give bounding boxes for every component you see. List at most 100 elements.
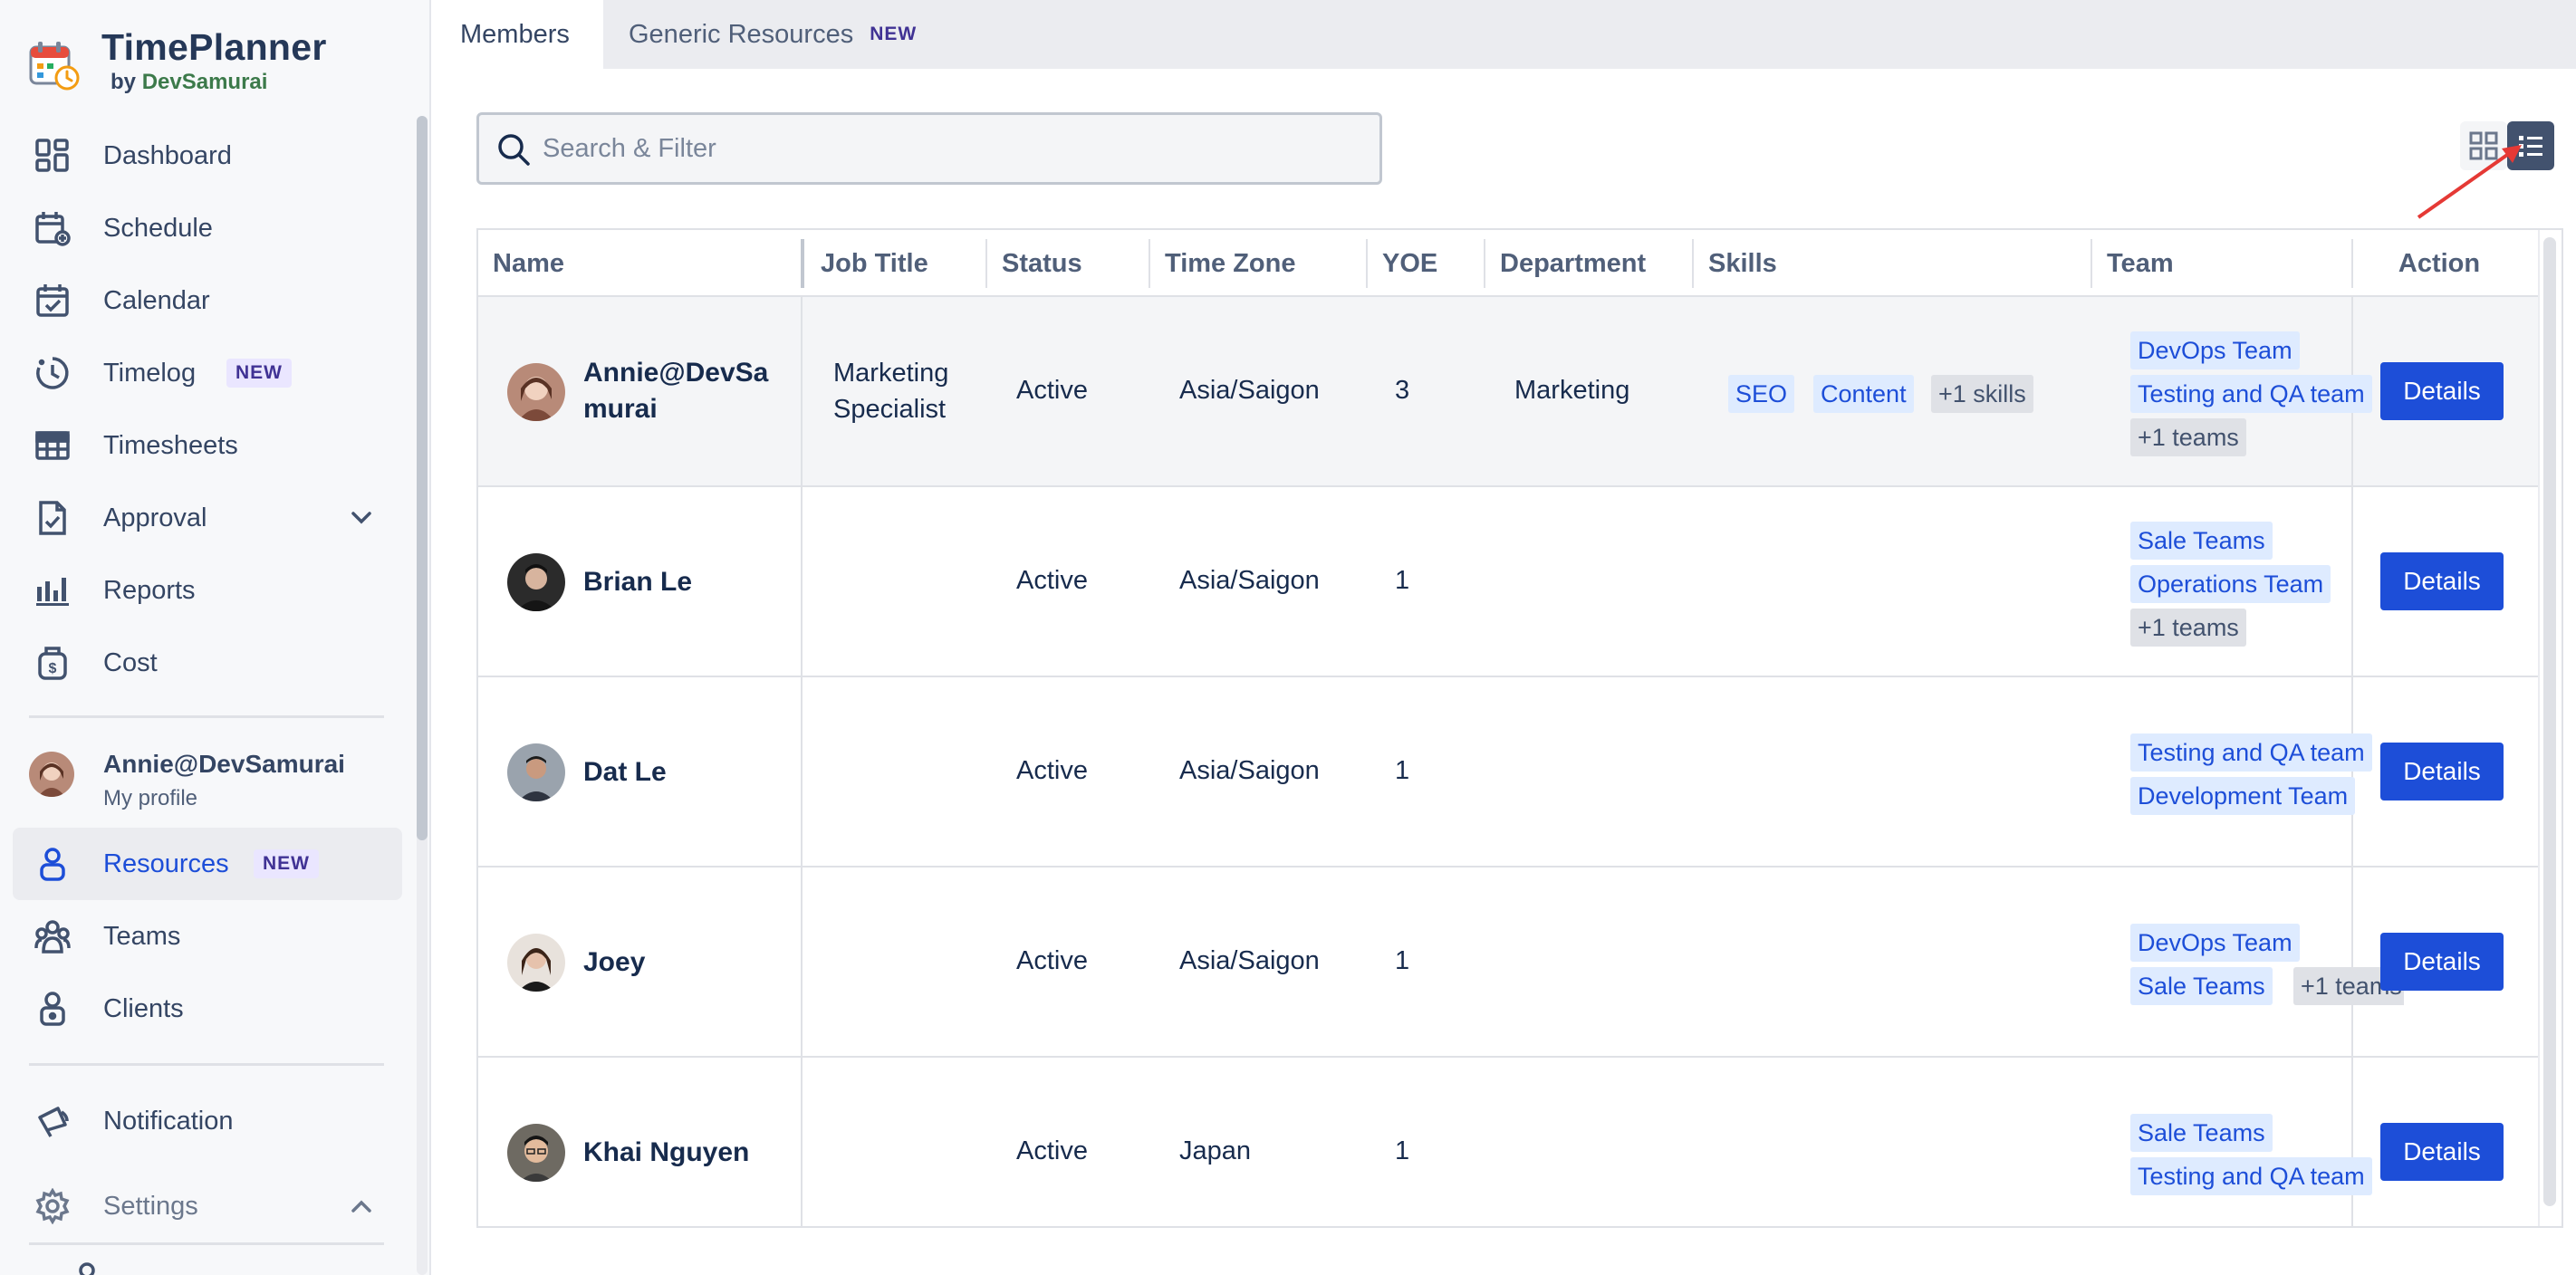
document-check-icon bbox=[33, 498, 72, 538]
sidebar-divider bbox=[29, 1242, 384, 1245]
sidebar-item-timesheets[interactable]: Timesheets bbox=[13, 409, 402, 482]
sidebar-item-dashboard[interactable]: Dashboard bbox=[13, 120, 402, 192]
job-title-line: Specialist bbox=[833, 395, 947, 424]
search-icon bbox=[498, 134, 530, 166]
column-header-status[interactable]: Status bbox=[987, 230, 1082, 297]
table-row[interactable]: Joey Active Asia/Saigon 1 DevOps Team Sa… bbox=[478, 868, 2538, 1058]
sidebar-item-schedule[interactable]: Schedule bbox=[13, 192, 402, 264]
sidebar-item-label: Teams bbox=[103, 921, 181, 951]
vertical-scrollbar-thumb[interactable] bbox=[2543, 237, 2556, 1206]
sidebar-item-label: Approval bbox=[103, 503, 207, 532]
column-header-job-title[interactable]: Job Title bbox=[806, 230, 928, 297]
status: Active bbox=[1016, 1136, 1088, 1165]
bar-chart-icon bbox=[33, 570, 72, 610]
column-resize-handle[interactable] bbox=[801, 239, 804, 288]
money-bag-icon: $ bbox=[33, 643, 72, 683]
yoe: 3 bbox=[1395, 376, 1410, 405]
tab-label: Generic Resources bbox=[629, 19, 854, 49]
new-badge: NEW bbox=[226, 359, 292, 388]
team-more-tag: +1 teams bbox=[2130, 609, 2246, 647]
sidebar-item-resources[interactable]: Resources NEW bbox=[13, 828, 402, 900]
column-header-time-zone[interactable]: Time Zone bbox=[1150, 230, 1296, 297]
tab-members[interactable]: Members bbox=[433, 0, 603, 69]
column-header-team[interactable]: Team bbox=[2092, 230, 2174, 297]
member-name: Brian Le bbox=[583, 567, 693, 597]
team-tag: Sale Teams bbox=[2130, 967, 2273, 1005]
time-zone: Asia/Saigon bbox=[1179, 946, 1320, 975]
profile[interactable]: Annie@DevSamurai My profile bbox=[29, 750, 345, 810]
column-header-name[interactable]: Name bbox=[478, 230, 564, 297]
byline-org: DevSamurai bbox=[141, 70, 268, 94]
details-button[interactable]: Details bbox=[2380, 933, 2504, 991]
sidebar-item-label: Dashboard bbox=[103, 140, 232, 170]
sidebar-item-label: Reports bbox=[103, 575, 196, 605]
member-name-line: Annie@DevSa bbox=[583, 358, 769, 388]
search-placeholder: Search & Filter bbox=[543, 133, 716, 163]
sidebar-divider bbox=[29, 1063, 384, 1066]
sidebar-divider bbox=[29, 715, 384, 718]
column-divider bbox=[801, 868, 803, 1058]
chevron-down-icon[interactable] bbox=[348, 504, 375, 532]
sidebar-item-clients[interactable]: Clients bbox=[13, 973, 402, 1045]
new-badge: NEW bbox=[870, 24, 918, 44]
team-cell: Testing and QA team Development Team bbox=[2109, 677, 2404, 868]
member-name: Joey bbox=[583, 947, 646, 977]
yoe: 1 bbox=[1395, 756, 1410, 785]
sidebar-item-teams[interactable]: Teams bbox=[13, 900, 402, 973]
table-row[interactable]: Dat Le Active Asia/Saigon 1 Testing and … bbox=[478, 677, 2538, 868]
avatar bbox=[507, 743, 565, 801]
table-row[interactable]: Khai Nguyen Active Japan 1 Sale Teams Te… bbox=[478, 1058, 2538, 1226]
details-button[interactable]: Details bbox=[2380, 362, 2504, 420]
team-cell: Sale Teams Operations Team +1 teams bbox=[2109, 487, 2404, 677]
details-button[interactable]: Details bbox=[2380, 1123, 2504, 1181]
sidebar-item-approval[interactable]: Approval bbox=[13, 482, 402, 554]
brand[interactable]: TimePlanner by DevSamurai bbox=[29, 25, 327, 98]
app-name: TimePlanner bbox=[101, 26, 327, 68]
member-name-line: murai bbox=[583, 394, 658, 424]
sidebar-item-cost[interactable]: $ Cost bbox=[13, 627, 402, 699]
sidebar-item-timelog[interactable]: Timelog NEW bbox=[13, 337, 402, 409]
new-badge: NEW bbox=[254, 849, 319, 878]
team-cell: DevOps Team Sale Teams +1 teams bbox=[2109, 868, 2404, 1058]
sidebar-item-calendar[interactable]: Calendar bbox=[13, 264, 402, 337]
sidebar-item-label: Timesheets bbox=[103, 430, 238, 460]
avatar bbox=[507, 553, 565, 611]
sidebar-item-label: Settings bbox=[103, 1191, 198, 1221]
table-row[interactable]: Annie@DevSa murai Marketing Specialist A… bbox=[478, 297, 2538, 487]
team-cell: Sale Teams Testing and QA team bbox=[2109, 1058, 2404, 1226]
sidebar-item-settings[interactable]: Settings bbox=[13, 1170, 402, 1242]
profile-sub: My profile bbox=[103, 786, 198, 810]
clock-history-icon bbox=[33, 353, 72, 393]
column-header-department[interactable]: Department bbox=[1485, 230, 1646, 297]
column-header-yoe[interactable]: YOE bbox=[1368, 230, 1437, 297]
team-tag: Sale Teams bbox=[2130, 1114, 2273, 1152]
avatar bbox=[29, 752, 74, 797]
details-button[interactable]: Details bbox=[2380, 552, 2504, 610]
avatar bbox=[507, 934, 565, 992]
status: Active bbox=[1016, 756, 1088, 785]
sidebar-item-notification[interactable]: Notification bbox=[13, 1085, 402, 1157]
svg-text:$: $ bbox=[49, 661, 57, 676]
yoe: 1 bbox=[1395, 566, 1410, 595]
details-button[interactable]: Details bbox=[2380, 743, 2504, 800]
app-byline: by DevSamurai bbox=[111, 69, 327, 96]
user-icon bbox=[69, 1261, 105, 1275]
table-row[interactable]: Brian Le Active Asia/Saigon 1 Sale Teams… bbox=[478, 487, 2538, 677]
user-lock-icon bbox=[33, 989, 72, 1029]
sidebar-scrollbar-thumb[interactable] bbox=[417, 116, 428, 840]
sidebar-item-label: Clients bbox=[103, 993, 184, 1023]
column-header-action: Action bbox=[2398, 248, 2481, 278]
chevron-up-icon[interactable] bbox=[348, 1193, 375, 1220]
skill-tag: SEO bbox=[1728, 375, 1795, 413]
sidebar: TimePlanner by DevSamurai Dashboard Sche… bbox=[0, 0, 431, 1275]
sidebar-item-label: Resources bbox=[103, 848, 229, 878]
search-input[interactable]: Search & Filter bbox=[476, 112, 1382, 185]
sidebar-item-reports[interactable]: Reports bbox=[13, 554, 402, 627]
tab-generic-resources[interactable]: Generic Resources NEW bbox=[629, 0, 917, 69]
team-tag: Testing and QA team bbox=[2130, 1157, 2372, 1195]
member-name: Annie@DevSa murai bbox=[583, 355, 768, 427]
sidebar-item-label: Cost bbox=[103, 647, 158, 677]
sidebar-item-label: Schedule bbox=[103, 213, 213, 243]
table-icon bbox=[33, 426, 72, 465]
column-header-skills[interactable]: Skills bbox=[1694, 230, 1777, 297]
